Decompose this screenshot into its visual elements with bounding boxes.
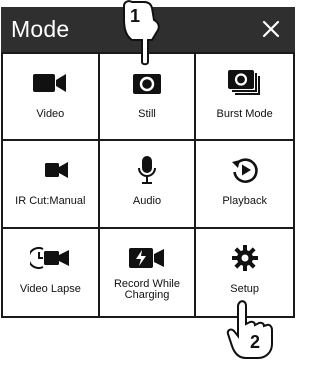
microphone-icon bbox=[127, 155, 167, 185]
mode-item-still[interactable]: Still bbox=[99, 54, 197, 142]
video-camera-icon bbox=[30, 68, 70, 98]
mode-label-video: Video bbox=[36, 108, 65, 120]
mode-label-ir-cut: IR Cut:Manual bbox=[15, 195, 86, 208]
still-camera-icon bbox=[127, 68, 167, 98]
mode-item-video-lapse[interactable]: Video Lapse bbox=[3, 228, 100, 316]
video-lapse-icon bbox=[30, 243, 70, 273]
mode-label-video-lapse: Video Lapse bbox=[19, 282, 81, 295]
mode-grid: Video Still Burst Mode IR Cut:Manual Aud… bbox=[1, 52, 295, 318]
record-while-charging-icon bbox=[127, 243, 167, 273]
mode-label-playback: Playback bbox=[222, 195, 267, 208]
mode-label-record-while-charging: Record While Charging bbox=[100, 278, 195, 301]
mode-item-record-while-charging[interactable]: Record While Charging bbox=[100, 228, 197, 316]
mode-title: Mode bbox=[11, 16, 70, 42]
gear-icon bbox=[225, 243, 265, 273]
mode-label-still: Still bbox=[138, 108, 156, 120]
callout-step-1: 1 bbox=[130, 6, 141, 26]
mode-item-ir-cut[interactable]: IR Cut:Manual bbox=[3, 141, 100, 229]
mode-item-burst-mode[interactable]: Burst Mode bbox=[196, 54, 293, 142]
playback-icon bbox=[225, 155, 265, 185]
mode-label-burst-mode: Burst Mode bbox=[216, 108, 273, 120]
mode-item-audio[interactable]: Audio bbox=[99, 141, 197, 229]
close-icon[interactable] bbox=[259, 17, 283, 41]
ir-cut-icon bbox=[30, 155, 70, 185]
burst-mode-icon bbox=[225, 68, 265, 98]
mode-label-setup: Setup bbox=[230, 282, 260, 295]
mode-label-audio: Audio bbox=[132, 195, 162, 208]
callout-hand-2: 2 bbox=[226, 300, 276, 360]
mode-item-playback[interactable]: Playback bbox=[196, 141, 293, 229]
mode-item-video[interactable]: Video bbox=[3, 54, 100, 142]
callout-hand-1: 1 bbox=[118, 0, 166, 66]
callout-step-2: 2 bbox=[250, 332, 261, 352]
mode-label-record-while-charging-line2: Charging bbox=[124, 288, 170, 301]
